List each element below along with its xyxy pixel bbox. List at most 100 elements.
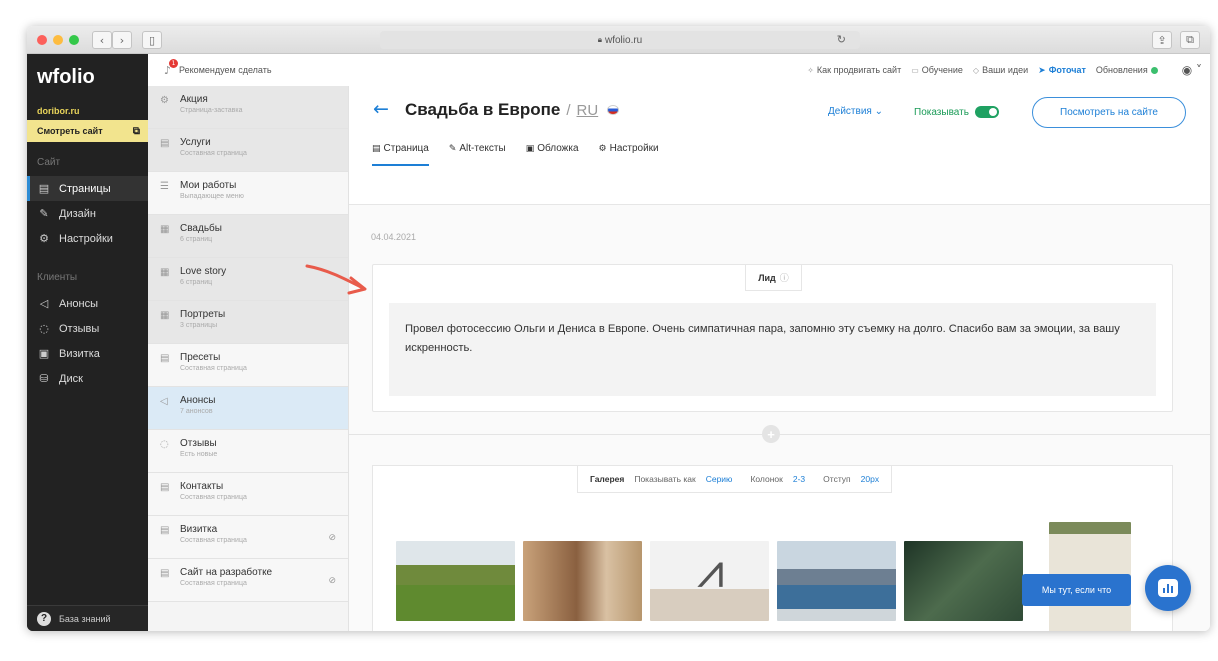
tab-label: Настройки [609,143,659,154]
view-site-button[interactable]: Смотреть сайт ⧉ [27,120,148,142]
sidebar-toggle-icon[interactable]: ▯ [142,31,162,49]
sidebar-item-reviews[interactable]: ◌ Отзывы [27,316,148,341]
minimize-window-button[interactable] [53,35,63,45]
page-title-text: Свадьба в Европе [405,100,561,119]
page-item-announcements[interactable]: ◁ Анонсы 7 анонсов [148,387,348,430]
knowledge-base-label: База знаний [59,613,111,624]
updates-link[interactable]: Обновления [1096,65,1148,75]
eiffel-tower-shape: ⩘ [697,543,725,599]
sidebar-item-label: Визитка [59,347,100,360]
lang-code: RU [576,101,599,119]
page-item-title: Мои работы [180,180,237,191]
show-label: Показывать [914,106,969,118]
app-logo[interactable]: wfolio [27,54,148,92]
tab-page[interactable]: ▤ Страница [372,143,429,166]
page-item-subtitle: Составная страница [180,580,247,587]
tab-label: Alt-тексты [459,143,506,154]
forward-nav-icon[interactable]: › [112,31,132,49]
page-item-services[interactable]: ▤ Услуги Составная страница [148,129,348,172]
show-as-value[interactable]: Серию [706,474,733,484]
sidebar-item-card[interactable]: ▣ Визитка [27,341,148,366]
promote-link[interactable]: Как продвигать сайт [817,65,901,75]
bell-icon[interactable]: ♪ 1 [164,58,178,77]
page-item-promo[interactable]: ⚙ Акция Страница-заставка [148,86,348,129]
page-item-card[interactable]: ▤ Визитка Составная страница ⊘ [148,516,348,559]
tab-settings[interactable]: ⚙ Настройки [599,143,659,166]
chat-icon: ◌ [160,439,169,450]
education-link[interactable]: Обучение [922,65,963,75]
lead-text-field[interactable]: Провел фотосессию Ольги и Дениса в Европ… [389,303,1156,396]
recommend-link[interactable]: Рекомендуем сделать [179,65,272,75]
page-item-subtitle: Есть новые [180,451,218,458]
columns-label: Колонок [750,474,783,484]
chat-bubble[interactable]: Мы тут, если что [1022,574,1131,606]
share-icon[interactable]: ⇪ [1152,31,1172,49]
gallery-photo[interactable] [523,541,642,621]
promote-icon: ✧ [807,65,814,75]
close-window-button[interactable] [37,35,47,45]
page-item-contacts[interactable]: ▤ Контакты Составная страница [148,473,348,516]
page-item-reviews[interactable]: ◌ Отзывы Есть новые [148,430,348,473]
sidebar-item-design[interactable]: ✎ Дизайн [27,201,148,226]
sidebar-item-label: Отзывы [59,322,100,335]
gallery-photo[interactable]: ⩘ [650,541,769,621]
sidebar-item-settings[interactable]: ⚙ Настройки [27,226,148,251]
add-block-button[interactable]: + [762,425,780,443]
view-on-site-button[interactable]: Посмотреть на сайте [1032,97,1186,128]
show-toggle-row[interactable]: Показывать [914,106,999,118]
page-item-presets[interactable]: ▤ Пресеты Составная страница [148,344,348,387]
sidebar-item-pages[interactable]: ▤ Страницы [27,176,148,201]
photochat-link[interactable]: Фоточат [1049,65,1086,75]
sidebar-item-announcements[interactable]: ◁ Анонсы [27,291,148,316]
page-icon: ▤ [160,138,170,149]
page-item-portraits[interactable]: ▦ Портреты 3 страницы [148,301,348,344]
page-editor: ← Свадьба в Европе / RU Действия ⌄ Показ… [349,86,1210,631]
page-item-my-works[interactable]: ☰ Мои работы Выпадающее меню [148,172,348,215]
back-arrow-icon[interactable]: ← [373,98,389,120]
page-icon: ▤ [160,525,170,536]
site-domain[interactable]: doribor.ru [27,92,148,116]
notification-badge: 1 [169,58,178,68]
chat-button[interactable] [1145,565,1191,611]
page-item-title: Визитка [180,524,218,535]
show-toggle[interactable] [974,106,999,118]
chat-icon [1158,579,1178,597]
help-icon: ⓘ [779,273,789,283]
knowledge-base-link[interactable]: ? База знаний [27,605,148,631]
page-item-weddings[interactable]: ▦ Свадьбы 6 страниц [148,215,348,258]
columns-value[interactable]: 2-3 [793,474,805,484]
tab-cover[interactable]: ▣ Обложка [526,143,579,166]
hidden-eye-icon: ⊘ [328,575,336,585]
gallery-photo[interactable] [777,541,896,621]
lang-switcher[interactable]: RU [577,102,599,119]
sidebar-item-label: Диск [59,372,83,385]
zoom-window-button[interactable] [69,35,79,45]
page-item-title: Контакты [180,481,224,492]
sidebar-item-disk[interactable]: ⛁ Диск [27,366,148,391]
reload-icon[interactable]: ↻ [837,33,846,46]
tabs-icon[interactable]: ⧉ [1180,31,1200,49]
account-menu-icon[interactable]: ◉ ˅ [1182,63,1202,77]
tab-label: Обложка [537,143,579,154]
page-item-subtitle: 6 страниц [180,236,213,243]
page-item-title: Свадьбы [180,223,222,234]
ideas-link[interactable]: Ваши идеи [982,65,1028,75]
gallery-photo[interactable] [904,541,1023,621]
grid-icon: ▦ [160,310,170,321]
gallery-photo[interactable] [396,541,515,621]
page-item-title: Портреты [180,309,226,320]
page-item-under-construction[interactable]: ▤ Сайт на разработке Составная страница ⊘ [148,559,348,602]
megaphone-icon: ◁ [39,297,49,310]
page-icon: ▤ [372,144,381,154]
menu-icon: ☰ [160,181,169,192]
dark-sidebar: wfolio doribor.ru Смотреть сайт ⧉ Сайт ▤… [27,54,148,631]
back-nav-icon[interactable]: ‹ [92,31,112,49]
gallery-label: Галерея [590,474,625,484]
actions-dropdown[interactable]: Действия ⌄ [828,106,883,117]
gap-value[interactable]: 20px [861,474,879,484]
tab-alt-texts[interactable]: ✎ Alt-тексты [449,143,506,166]
page-item-subtitle: Составная страница [180,494,247,501]
address-bar[interactable]: 🔒︎ wfolio.ru ↻ [380,31,860,49]
page-header: ← Свадьба в Европе / RU Действия ⌄ Показ… [349,86,1210,204]
edit-icon: ✎ [448,144,457,154]
